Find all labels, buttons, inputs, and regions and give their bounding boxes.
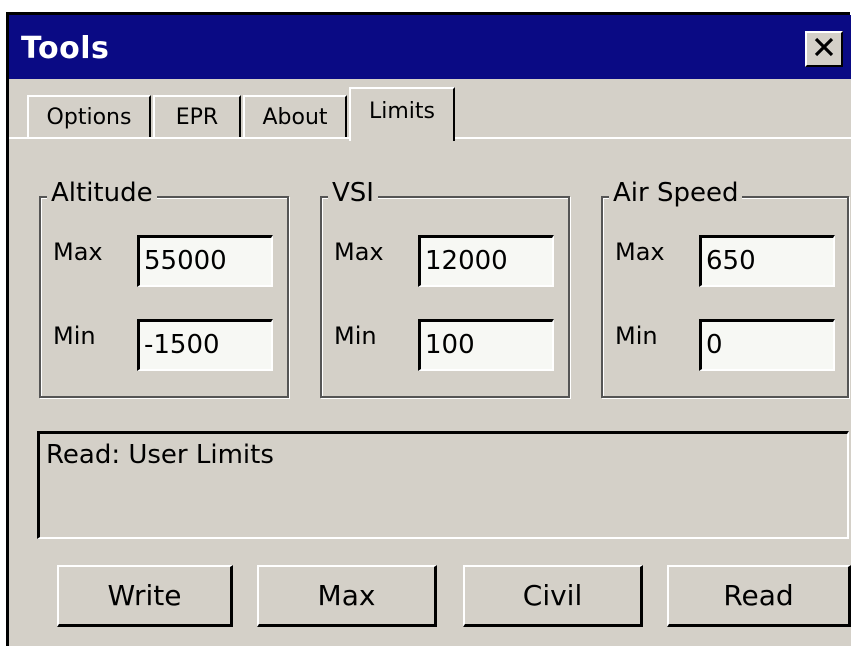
max-button[interactable]: Max <box>257 565 437 627</box>
status-box: Read: User Limits <box>37 431 849 539</box>
tab-about[interactable]: About <box>243 95 347 137</box>
close-button[interactable] <box>805 31 843 67</box>
altitude-min-input[interactable]: -1500 <box>137 319 273 371</box>
write-button-label: Write <box>107 579 182 612</box>
close-icon <box>812 35 836 63</box>
tab-about-label: About <box>262 104 328 130</box>
tab-options-label: Options <box>46 104 132 130</box>
airspeed-min-input[interactable]: 0 <box>699 319 835 371</box>
read-button-label: Read <box>723 579 794 612</box>
airspeed-max-label: Max <box>615 238 665 266</box>
vsi-min-label: Min <box>334 322 377 350</box>
tab-limits-label: Limits <box>369 98 435 124</box>
tools-dialog: Tools Options EPR About Limits Altitude … <box>0 0 851 646</box>
airspeed-group-title: Air Speed <box>609 178 743 208</box>
read-button[interactable]: Read <box>667 565 851 627</box>
altitude-group: Altitude Max 55000 Min -1500 <box>39 178 289 398</box>
tab-limits[interactable]: Limits <box>349 87 455 141</box>
airspeed-group: Air Speed Max 650 Min 0 <box>601 178 849 398</box>
altitude-min-label: Min <box>53 322 96 350</box>
airspeed-min-label: Min <box>615 322 658 350</box>
vsi-group-title: VSI <box>328 178 378 208</box>
tab-epr-label: EPR <box>175 104 219 130</box>
tab-epr[interactable]: EPR <box>153 95 241 137</box>
write-button[interactable]: Write <box>57 565 233 627</box>
vsi-group: VSI Max 12000 Min 100 <box>320 178 570 398</box>
window-title: Tools <box>21 31 110 66</box>
altitude-max-input[interactable]: 55000 <box>137 235 273 287</box>
vsi-max-label: Max <box>334 238 384 266</box>
status-text: Read: User Limits <box>46 440 274 470</box>
title-bar: Tools <box>9 15 851 79</box>
vsi-max-input[interactable]: 12000 <box>418 235 554 287</box>
tab-options[interactable]: Options <box>27 95 151 137</box>
tab-strip: Options EPR About Limits <box>9 79 851 141</box>
civil-button[interactable]: Civil <box>463 565 643 627</box>
vsi-min-input[interactable]: 100 <box>418 319 554 371</box>
airspeed-max-input[interactable]: 650 <box>699 235 835 287</box>
limits-panel: Altitude Max 55000 Min -1500 VSI Max 120… <box>9 141 851 646</box>
altitude-group-title: Altitude <box>47 178 157 208</box>
civil-button-label: Civil <box>522 579 583 612</box>
max-button-label: Max <box>317 579 376 612</box>
altitude-max-label: Max <box>53 238 103 266</box>
